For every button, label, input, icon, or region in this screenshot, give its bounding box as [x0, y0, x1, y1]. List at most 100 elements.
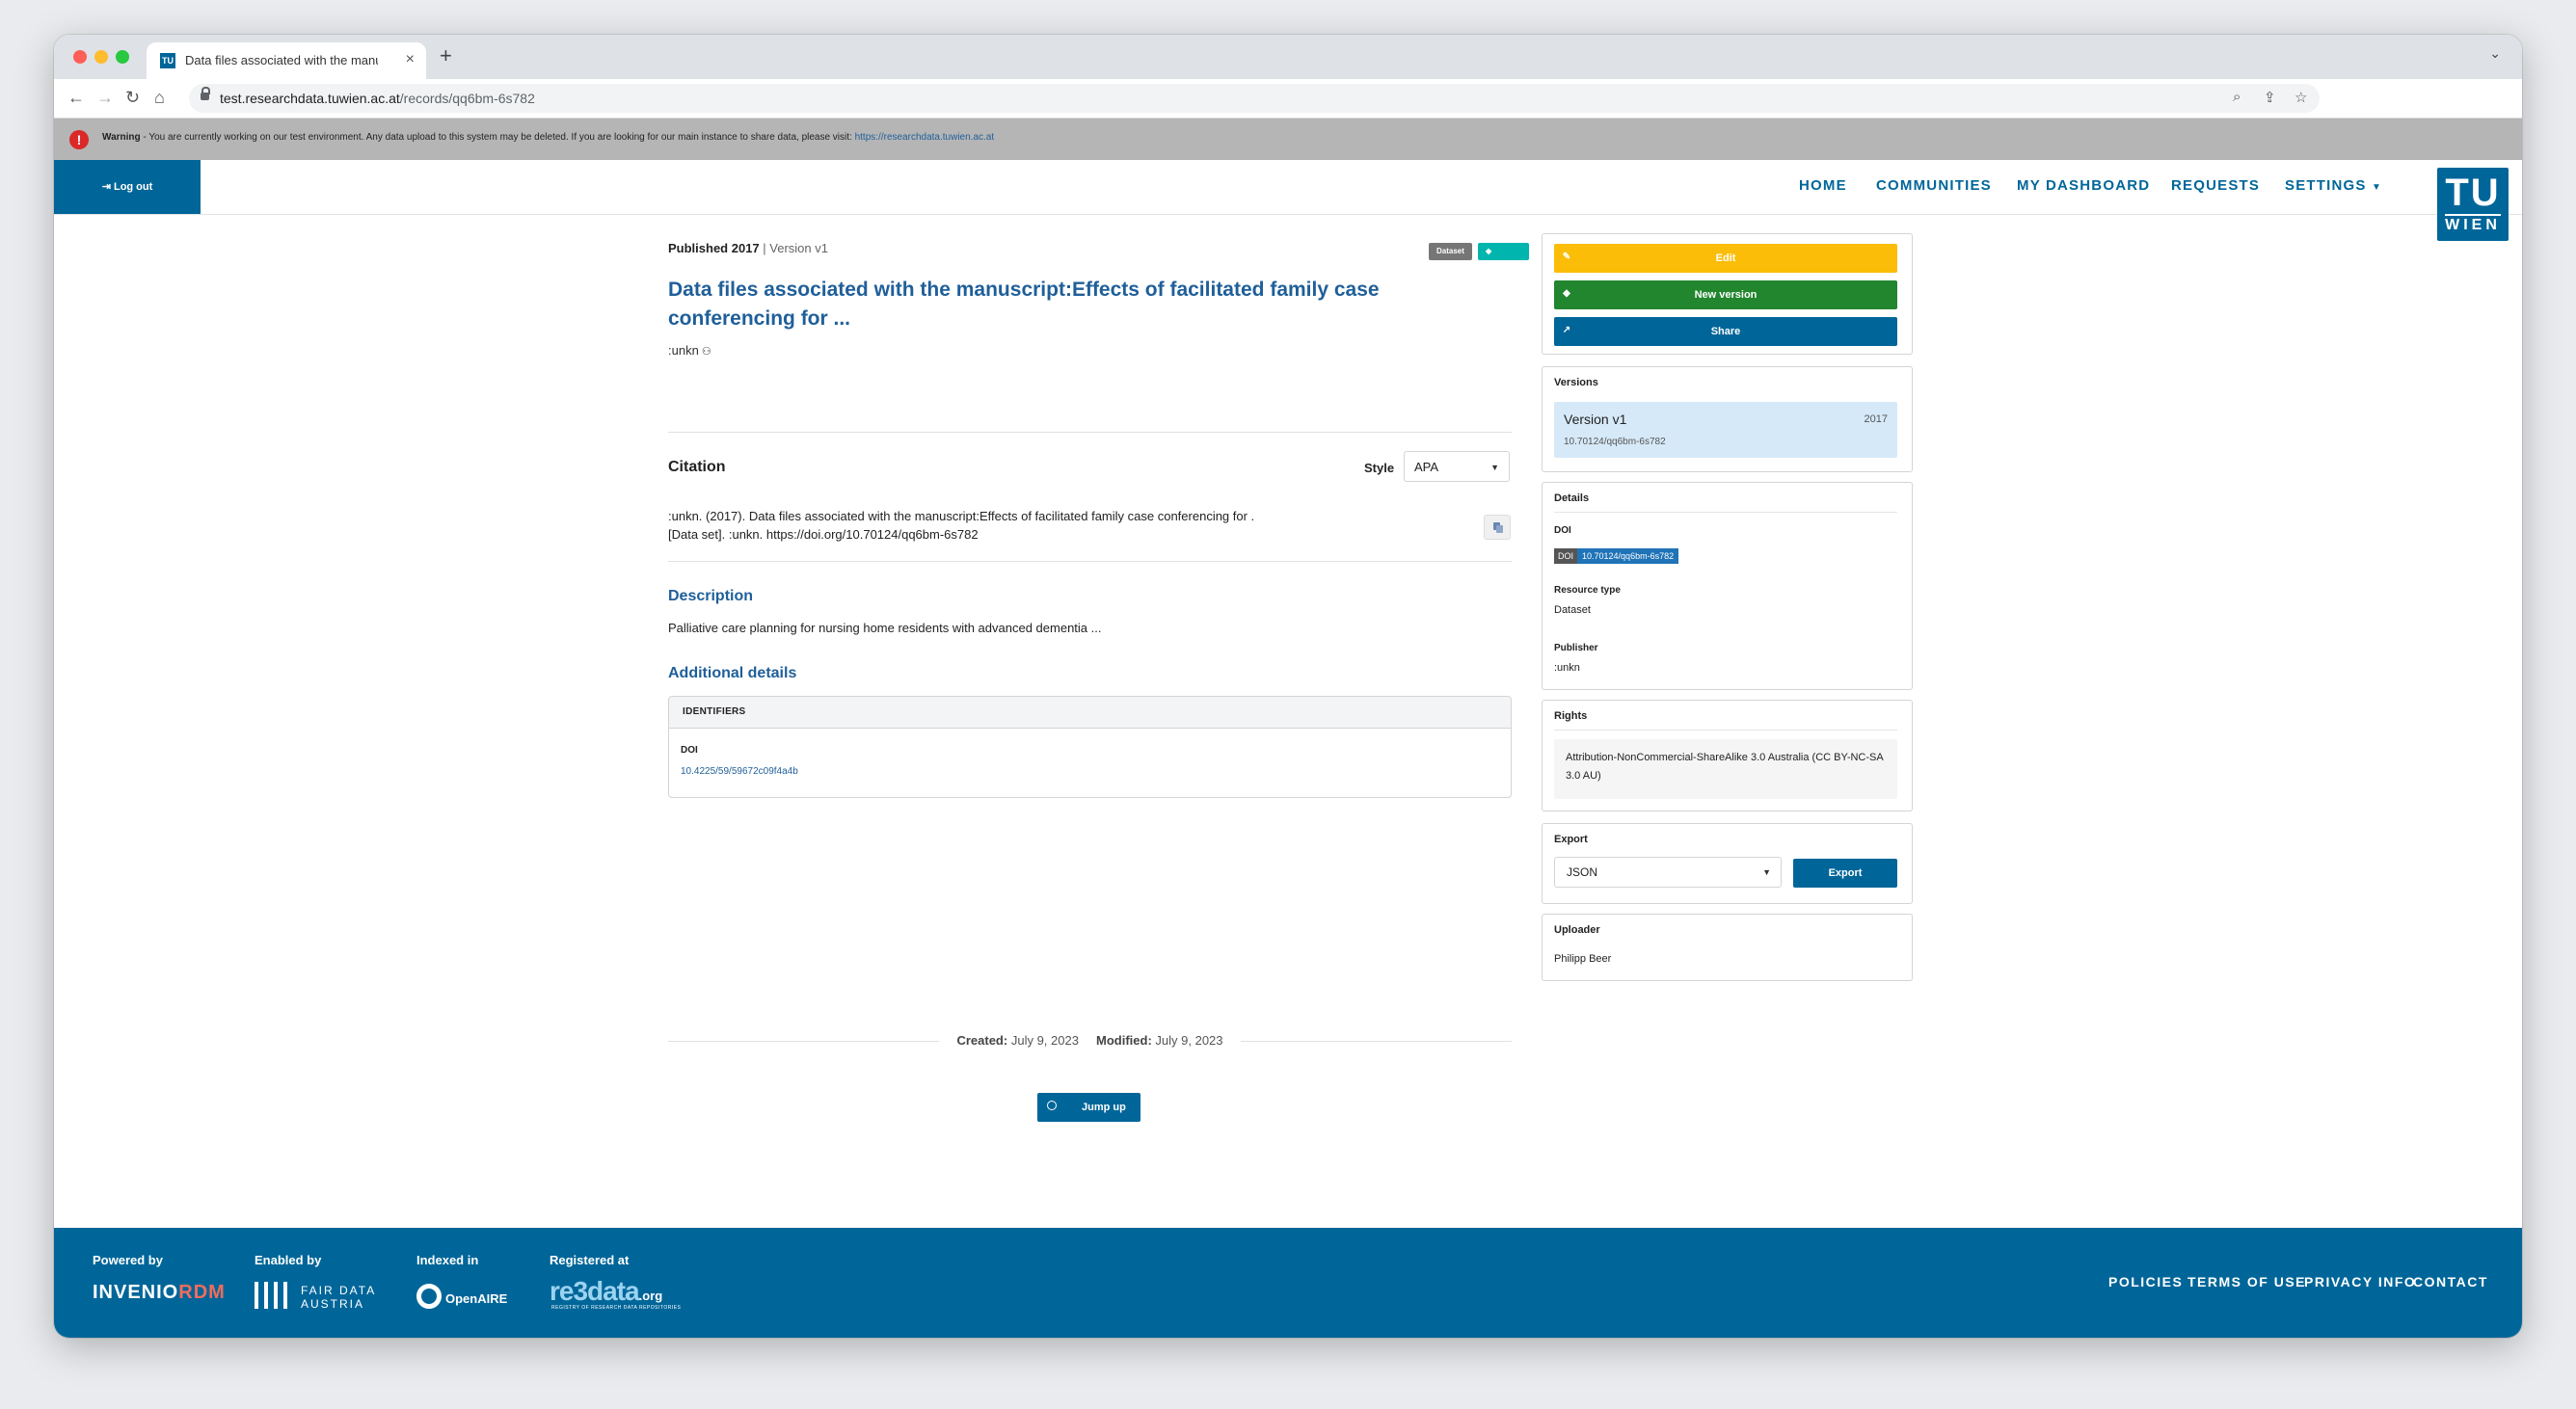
warning-icon: !	[69, 130, 89, 149]
citation-heading: Citation	[668, 459, 726, 475]
tu-wien-logo[interactable]: TU WIEN	[2437, 168, 2509, 241]
home-icon[interactable]: ⌂	[154, 87, 165, 108]
zoom-icon[interactable]: ⌕	[2233, 89, 2241, 105]
uploader-name: Philipp Beer	[1554, 953, 1612, 965]
caret-down-icon: ▼	[1490, 463, 1499, 472]
citation-style-select[interactable]: APA ▼	[1404, 451, 1510, 482]
forward-arrow-icon[interactable]: →	[96, 87, 114, 108]
export-card: Export JSON ▼ Export	[1542, 823, 1913, 904]
record-title: Data files associated with the manuscrip…	[668, 279, 1380, 330]
nav-my-dashboard[interactable]: MY DASHBOARD	[2017, 177, 2150, 194]
creator[interactable]: :unkn ⚇	[668, 343, 711, 358]
doi-badge[interactable]: DOI 10.70124/qq6bm-6s782	[1554, 548, 1679, 564]
details-card: Details DOI DOI 10.70124/qq6bm-6s782 Reso…	[1542, 482, 1913, 690]
bookmark-star-icon[interactable]: ☆	[2294, 89, 2307, 106]
caret-down-icon: ▼	[1762, 867, 1771, 877]
footer-terms-link[interactable]: TERMS OF USE	[2187, 1274, 2306, 1289]
invenio-rdm-logo[interactable]: INVENIORDM	[93, 1282, 226, 1304]
nav-settings[interactable]: SETTINGS ▼	[2285, 177, 2382, 194]
footer-policies-link[interactable]: POLICIES	[2108, 1274, 2183, 1289]
tag-icon: ◆	[1486, 247, 1492, 255]
tab-list-chevron-icon[interactable]: ⌄	[2489, 45, 2501, 62]
publisher-value: :unkn	[1554, 662, 1580, 674]
share-button[interactable]: ↗ Share	[1554, 317, 1897, 346]
fda-bars-icon	[255, 1282, 287, 1309]
description-text: Palliative care planning for nursing hom…	[668, 621, 1102, 635]
new-tab-button[interactable]: +	[440, 45, 452, 66]
main-instance-link[interactable]: https://researchdata.tuwien.ac.at	[855, 132, 995, 143]
nav-requests[interactable]: REQUESTS	[2171, 177, 2260, 194]
url-text: test.researchdata.tuwien.ac.at/records/q…	[220, 91, 535, 106]
maximize-window-button[interactable]	[116, 50, 129, 64]
export-button[interactable]: Export	[1793, 859, 1897, 888]
footer-indexed-in: Indexed in OpenAIRE	[416, 1253, 507, 1309]
export-format-select[interactable]: JSON ▼	[1554, 857, 1782, 888]
divider	[668, 432, 1512, 433]
share-icon: ↗	[1562, 325, 1571, 335]
jump-up-button[interactable]: Jump up	[1037, 1093, 1140, 1122]
browser-toolbar: ← → ↻ ⌂ test.researchdata.tuwien.ac.at/r…	[54, 79, 2522, 119]
footer-registered-at: Registered at re3data.org REGISTRY OF RE…	[550, 1253, 682, 1311]
uploader-card: Uploader Philipp Beer	[1542, 914, 1913, 981]
footer-powered-by: Powered by INVENIORDM	[93, 1253, 226, 1303]
nav-home[interactable]: HOME	[1799, 177, 1847, 194]
publication-info: Published 2017 | Version v1	[668, 241, 828, 255]
identifier-doi-link[interactable]: 10.4225/59/59672c09f4a4b	[681, 766, 798, 777]
versions-heading: Versions	[1554, 377, 1598, 388]
footer-enabled-by: Enabled by FAIR DATA AUSTRIA	[255, 1253, 377, 1311]
reload-icon[interactable]: ↻	[125, 87, 140, 108]
tab-close-icon[interactable]: ×	[406, 51, 415, 68]
arrow-up-icon	[1047, 1101, 1057, 1110]
record-dates: Created: July 9, 2023 Modified: July 9, …	[668, 1033, 1512, 1048]
lock-icon[interactable]	[201, 87, 210, 100]
uploader-heading: Uploader	[1554, 924, 1600, 936]
identifiers-tab[interactable]: IDENTIFIERS	[669, 697, 1511, 729]
openaire-ring-icon	[416, 1284, 442, 1309]
divider	[1554, 512, 1897, 513]
identifiers-box: IDENTIFIERS DOI 10.4225/59/59672c09f4a4b	[668, 696, 1512, 798]
footer-privacy-link[interactable]: PRIVACY INFO	[2304, 1274, 2416, 1289]
back-arrow-icon[interactable]: ←	[67, 87, 85, 108]
access-badge: ◆ Metadata-only	[1478, 243, 1530, 290]
re3data-logo[interactable]: re3data.org REGISTRY OF RESEARCH DATA RE…	[550, 1276, 681, 1311]
copy-citation-button[interactable]	[1484, 515, 1511, 540]
resource-type-label: Resource type	[1554, 585, 1621, 596]
style-label: Style	[1364, 461, 1395, 475]
site-header: ⇥ Log out HOME COMMUNITIES MY DASHBOARD …	[54, 160, 2522, 215]
nav-communities[interactable]: COMMUNITIES	[1876, 177, 1992, 194]
version-item[interactable]: Version v1 2017 10.70124/qq6bm-6s782	[1554, 402, 1897, 458]
doi-label: DOI	[1554, 525, 1571, 536]
license-item[interactable]: Attribution-NonCommercial-ShareAlike 3.0…	[1554, 739, 1897, 799]
minimize-window-button[interactable]	[94, 50, 108, 64]
actions-card: ✎ Edit ◆ New version ↗ Share	[1542, 233, 1913, 355]
citation-text: :unkn. (2017). Data files associated wit…	[668, 509, 1255, 542]
resource-type-badge: Dataset	[1429, 243, 1472, 260]
caret-down-icon: ▼	[2371, 182, 2383, 193]
new-version-button[interactable]: ◆ New version	[1554, 280, 1897, 309]
browser-tab[interactable]: TU Data files associated with the manusc…	[147, 42, 426, 79]
share-page-icon[interactable]: ⇪	[2264, 89, 2276, 106]
close-window-button[interactable]	[73, 50, 87, 64]
footer-contact-link[interactable]: CONTACT	[2413, 1274, 2488, 1289]
favicon-icon: TU	[160, 53, 175, 68]
logout-icon: ⇥	[101, 181, 114, 193]
divider	[668, 561, 1512, 562]
rights-card: Rights Attribution-NonCommercial-ShareAl…	[1542, 700, 1913, 811]
warning-banner: ! Warning - You are currently working on…	[54, 119, 2522, 160]
additional-details-heading: Additional details	[668, 665, 797, 681]
site-footer: Powered by INVENIORDM Enabled by FAIR DA…	[54, 1228, 2522, 1338]
description-heading: Description	[668, 588, 754, 604]
browser-window: TU Data files associated with the manusc…	[54, 35, 2522, 1338]
divider	[1554, 730, 1897, 731]
identifier-doi-label: DOI	[681, 745, 698, 756]
logout-button[interactable]: ⇥ Log out	[54, 160, 201, 214]
edit-button[interactable]: ✎ Edit	[1554, 244, 1897, 273]
tag-icon: ◆	[1563, 288, 1570, 299]
export-heading: Export	[1554, 834, 1588, 845]
publisher-label: Publisher	[1554, 643, 1598, 653]
versions-card: Versions Version v1 2017 10.70124/qq6bm-…	[1542, 366, 1913, 472]
tab-strip: TU Data files associated with the manusc…	[54, 35, 2522, 79]
group-icon: ⚇	[698, 346, 711, 358]
resource-type-value: Dataset	[1554, 604, 1591, 616]
address-bar[interactable]: test.researchdata.tuwien.ac.at/records/q…	[189, 84, 2320, 113]
